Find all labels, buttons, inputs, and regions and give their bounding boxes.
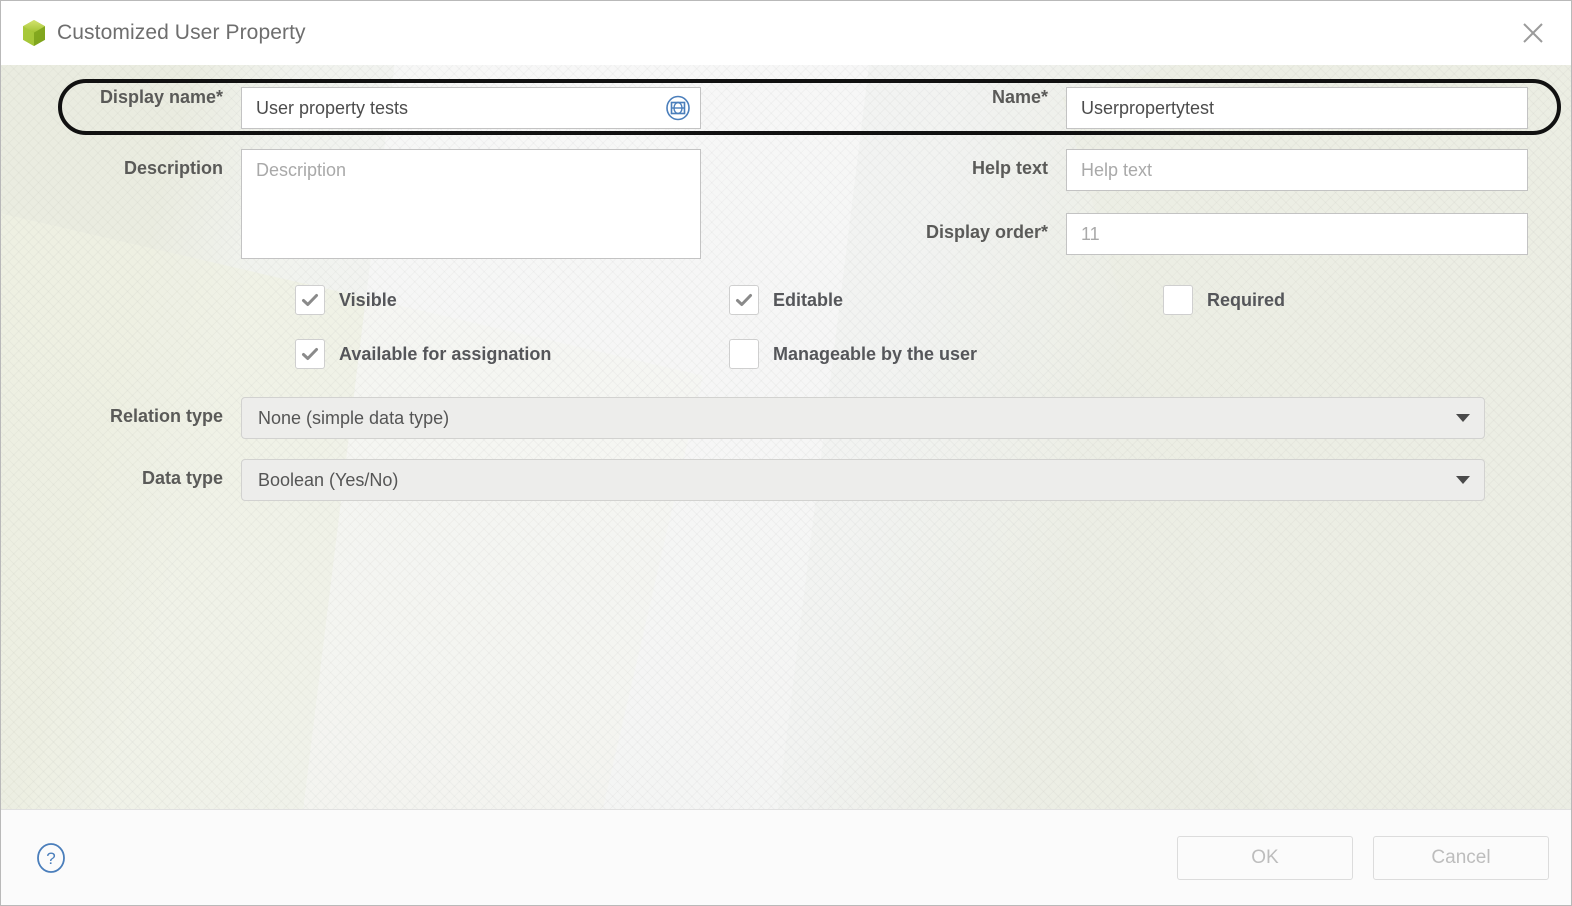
checkbox-required[interactable]: Required	[1163, 285, 1285, 315]
green-cube-icon	[21, 19, 47, 47]
dialog-footer: ? OK Cancel	[1, 809, 1571, 905]
ok-button[interactable]: OK	[1177, 835, 1353, 880]
description-label: Description	[123, 158, 223, 178]
checkbox-box-required[interactable]	[1163, 285, 1193, 315]
property-form: Display name* User property tests Name* …	[1, 87, 1571, 501]
chevron-down-icon	[1456, 414, 1470, 422]
dialog-body: Display name* User property tests Name* …	[1, 65, 1571, 809]
display-order-field-wrap	[1066, 213, 1528, 255]
checkbox-editable[interactable]: Editable	[729, 285, 1163, 315]
checkbox-label-visible: Visible	[339, 289, 397, 310]
globe-icon[interactable]	[665, 95, 691, 121]
name-input[interactable]	[1066, 87, 1528, 129]
row-display-name: Display name* User property tests Name* …	[1, 87, 1571, 129]
row-relation-type: Relation type None (simple data type)	[1, 397, 1571, 439]
checkbox-visible[interactable]: Visible	[295, 285, 729, 315]
display-order-label: Display order*	[925, 222, 1048, 242]
relation-type-select[interactable]: None (simple data type)	[241, 397, 1485, 439]
data-type-select[interactable]: Boolean (Yes/No)	[241, 459, 1485, 501]
data-type-label: Data type	[141, 468, 223, 488]
checkbox-box-editable[interactable]	[729, 285, 759, 315]
row-data-type: Data type Boolean (Yes/No)	[1, 459, 1571, 501]
check-mark-icon	[302, 348, 318, 360]
checkbox-label-editable: Editable	[773, 289, 844, 310]
help-text-label: Help text	[971, 158, 1048, 178]
name-label: Name*	[991, 87, 1048, 107]
help-text-field-wrap	[1066, 149, 1528, 191]
display-name-input[interactable]	[241, 87, 701, 129]
checkbox-box-visible[interactable]	[295, 285, 325, 315]
display-name-label: Display name*	[99, 87, 223, 107]
svg-text:?: ?	[46, 849, 55, 868]
description-field-wrap	[241, 149, 701, 259]
checkbox-row-2: Available for assignation Manageable by …	[1, 339, 1571, 369]
row-description: Description Help text Display order*	[1, 149, 1571, 259]
chevron-down-icon	[1456, 476, 1470, 484]
cancel-button[interactable]: Cancel	[1373, 835, 1549, 880]
checkbox-box-manageable-by-the-user[interactable]	[729, 339, 759, 369]
checkbox-label-manageable-by-the-user: Manageable by the user	[773, 343, 978, 364]
checkbox-label-required: Required	[1207, 289, 1286, 310]
display-name-field-wrap	[241, 87, 701, 129]
dialog-titlebar: Customized User Property	[1, 1, 1571, 65]
customized-user-property-dialog: Customized User Property Display name* U…	[0, 0, 1572, 906]
help-text-input[interactable]	[1066, 149, 1528, 191]
checkbox-box-available-for-assignation[interactable]	[295, 339, 325, 369]
relation-type-field-wrap: None (simple data type)	[241, 397, 1485, 439]
checkbox-label-available-for-assignation: Available for assignation	[339, 343, 552, 364]
checkbox-available-for-assignation[interactable]: Available for assignation	[295, 339, 729, 369]
data-type-field-wrap: Boolean (Yes/No)	[241, 459, 1485, 501]
data-type-value: Boolean (Yes/No)	[258, 469, 399, 490]
checkbox-manageable-by-the-user[interactable]: Manageable by the user	[729, 339, 977, 369]
description-textarea[interactable]	[241, 149, 701, 259]
close-icon[interactable]	[1513, 13, 1553, 53]
check-mark-icon	[736, 294, 752, 306]
display-order-input[interactable]	[1066, 213, 1528, 255]
dialog-title: Customized User Property	[57, 21, 306, 44]
relation-type-value: None (simple data type)	[258, 407, 450, 428]
relation-type-label: Relation type	[109, 406, 223, 426]
question-circle-icon[interactable]: ?	[35, 842, 67, 874]
check-mark-icon	[302, 294, 318, 306]
name-field-wrap	[1066, 87, 1528, 129]
checkbox-row-1: Visible Editable Required	[1, 285, 1571, 315]
